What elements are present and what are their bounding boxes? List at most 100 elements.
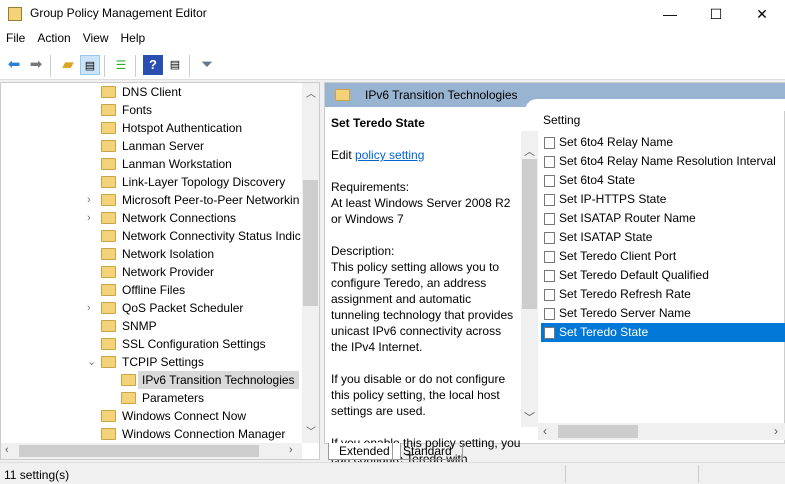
setting-list-item[interactable]: Set 6to4 State xyxy=(541,171,785,190)
tree-item[interactable]: Hotspot Authentication xyxy=(1,119,301,137)
expand-chevron-icon[interactable]: › xyxy=(87,209,97,227)
tree-item[interactable]: Offline Files xyxy=(1,281,301,299)
setting-name: Set IP-HTTPS State xyxy=(559,192,667,206)
show-hide-tree-icon[interactable]: ▤ xyxy=(80,55,100,75)
policy-setting-icon xyxy=(544,327,555,339)
setting-list-item[interactable]: Set Teredo Refresh Rate xyxy=(541,285,785,304)
export-list-icon[interactable]: ☰ xyxy=(111,55,131,75)
setting-list-item[interactable]: Set ISATAP State xyxy=(541,228,785,247)
tree-item[interactable]: SNMP xyxy=(1,317,301,335)
setting-name: Set Teredo Refresh Rate xyxy=(559,287,691,301)
setting-list-item[interactable]: Set 6to4 Relay Name Resolution Interval xyxy=(541,152,785,171)
show-action-pane-icon[interactable]: ▤ xyxy=(165,55,185,75)
tree-item[interactable]: Network Connectivity Status Indic xyxy=(1,227,301,245)
tree-scroll-thumb[interactable] xyxy=(303,180,318,306)
tree-item-label: Network Connectivity Status Indic xyxy=(122,229,301,243)
tree-item[interactable]: › QoS Packet Scheduler xyxy=(1,299,301,317)
description-title: Set Teredo State xyxy=(331,116,425,130)
list-horizontal-scrollbar[interactable]: ‹ › xyxy=(538,423,785,440)
status-bar: 11 setting(s) xyxy=(0,462,785,484)
folder-icon xyxy=(101,266,116,278)
expand-chevron-icon[interactable]: › xyxy=(87,299,97,317)
setting-column-header[interactable]: Setting xyxy=(543,113,580,127)
tree-item[interactable]: DNS Client xyxy=(1,83,301,101)
tree-item[interactable]: Windows Connect Now xyxy=(1,407,301,425)
tree-item-label: Network Provider xyxy=(122,265,215,279)
details-header-title: IPv6 Transition Technologies xyxy=(365,88,518,102)
forward-icon[interactable]: ➡ xyxy=(26,55,46,75)
tree-item[interactable]: Network Isolation xyxy=(1,245,301,263)
setting-list-item[interactable]: Set Teredo Default Qualified xyxy=(541,266,785,285)
tree-horizontal-scrollbar[interactable]: ‹ › xyxy=(1,443,302,459)
folder-icon xyxy=(101,122,116,134)
policy-setting-icon xyxy=(544,308,555,320)
up-folder-icon[interactable]: ▰ xyxy=(58,55,78,75)
tree-item[interactable]: SSL Configuration Settings xyxy=(1,335,301,353)
policy-setting-link[interactable]: policy setting xyxy=(355,148,424,162)
setting-list-item[interactable]: Set ISATAP Router Name xyxy=(541,209,785,228)
tree-item-label: Windows Connection Manager xyxy=(122,427,286,441)
folder-icon xyxy=(101,230,116,242)
window-title: Group Policy Management Editor xyxy=(30,6,207,20)
tree-item-label: SNMP xyxy=(122,319,157,333)
setting-list-item[interactable]: Set Teredo State xyxy=(541,323,785,342)
description-scroll-thumb[interactable] xyxy=(522,159,537,309)
folder-icon xyxy=(121,392,136,404)
setting-name: Set ISATAP State xyxy=(559,230,653,244)
tree-item-label: Lanman Workstation xyxy=(122,157,232,171)
policy-setting-icon xyxy=(544,194,555,206)
tree-item[interactable]: Link-Layer Topology Discovery xyxy=(1,173,301,191)
menu-view[interactable]: View xyxy=(77,28,115,45)
menu-action[interactable]: Action xyxy=(31,28,76,45)
tree-vertical-scrollbar[interactable]: ︿ ﹀ xyxy=(302,83,319,443)
menu-file[interactable]: File xyxy=(0,28,31,45)
tree-item-label: Lanman Server xyxy=(122,139,205,153)
setting-list-item[interactable]: Set 6to4 Relay Name xyxy=(541,133,785,152)
disable-text: If you disable or do not configure this … xyxy=(331,372,506,418)
tree-item[interactable]: Lanman Server xyxy=(1,137,301,155)
back-icon[interactable]: ⬅ xyxy=(4,55,24,75)
tree-item[interactable]: Windows Connection Manager xyxy=(1,425,301,443)
close-button[interactable]: ✕ xyxy=(739,0,785,28)
title-bar: Group Policy Management Editor — ☐ ✕ xyxy=(0,0,785,28)
tree-item[interactable]: › Microsoft Peer-to-Peer Networkin xyxy=(1,191,301,209)
console-tree: DNS Client Fonts Hotspot Authentication Lan… xyxy=(0,82,320,460)
tab-extended[interactable]: Extended xyxy=(328,443,401,460)
view-tabs: Extended Standard xyxy=(324,443,785,461)
tree-item[interactable]: ⌄ TCPIP Settings xyxy=(1,353,301,371)
description-scrollbar[interactable]: ︿ ﹀ xyxy=(521,131,538,427)
tree-item[interactable]: Network Provider xyxy=(1,263,301,281)
tree-item[interactable]: IPv6 Transition Technologies xyxy=(1,371,301,389)
setting-list-item[interactable]: Set Teredo Client Port xyxy=(541,247,785,266)
menu-help[interactable]: Help xyxy=(115,28,152,45)
tree-item-label: Network Isolation xyxy=(122,247,215,261)
folder-icon xyxy=(101,104,116,116)
tree-item[interactable]: Parameters xyxy=(1,389,301,407)
tree-item-label: QoS Packet Scheduler xyxy=(122,301,244,315)
tree-item[interactable]: Lanman Workstation xyxy=(1,155,301,173)
tree-item[interactable]: › Network Connections xyxy=(1,209,301,227)
tab-standard[interactable]: Standard xyxy=(392,443,463,460)
folder-icon xyxy=(101,320,116,332)
tree-item-label: Parameters xyxy=(142,391,205,405)
maximize-button[interactable]: ☐ xyxy=(693,0,739,28)
collapse-chevron-icon[interactable]: ⌄ xyxy=(87,353,97,371)
help-icon[interactable]: ? xyxy=(143,55,163,75)
setting-name: Set 6to4 Relay Name xyxy=(559,135,674,149)
setting-list-item[interactable]: Set IP-HTTPS State xyxy=(541,190,785,209)
folder-icon xyxy=(101,140,116,152)
folder-icon xyxy=(101,356,116,368)
setting-name: Set ISATAP Router Name xyxy=(559,211,696,225)
filter-icon[interactable]: ⏷ xyxy=(197,55,217,75)
tree-item-label: Offline Files xyxy=(122,283,186,297)
tree-item[interactable]: Fonts xyxy=(1,101,301,119)
tree-item-label: Link-Layer Topology Discovery xyxy=(122,175,286,189)
setting-list-item[interactable]: Set Teredo Server Name xyxy=(541,304,785,323)
expand-chevron-icon[interactable]: › xyxy=(87,191,97,209)
folder-icon xyxy=(101,212,116,224)
minimize-button[interactable]: — xyxy=(647,0,693,28)
folder-icon xyxy=(101,338,116,350)
tree-item-label: Network Connections xyxy=(122,211,237,225)
edit-label: Edit xyxy=(331,148,356,162)
folder-icon xyxy=(101,302,116,314)
